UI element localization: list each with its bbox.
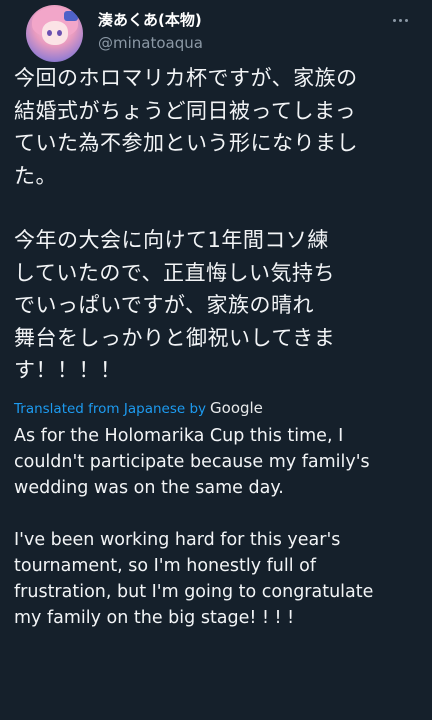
tweet-text-original: 今回のホロマリカ杯ですが、家族の 結婚式がちょうど同日被ってしまっ ていた為不参…	[14, 62, 418, 387]
tweet-header: 湊あくあ(本物) @minatoaqua	[14, 0, 418, 62]
en-line: my family on the big stage! ! ! !	[14, 607, 295, 628]
jp-line: でいっぱいですが、家族の晴れ	[14, 293, 314, 317]
avatar-eye	[47, 30, 52, 36]
avatar-ribbon	[64, 11, 78, 21]
jp-line: 舞台をしっかりと御祝いしてきま	[14, 325, 336, 350]
translated-from-link[interactable]: Translated from Japanese by	[14, 401, 206, 417]
jp-line: 今年の大会に向けて1年間コソ練	[14, 228, 329, 252]
jp-line: す！！！！	[14, 358, 122, 382]
google-logo: Google	[210, 398, 263, 417]
avatar[interactable]	[26, 5, 83, 62]
en-line: tournament, so I'm honestly full of	[14, 555, 317, 576]
more-dots-icon	[404, 18, 408, 22]
more-dots-icon	[392, 18, 396, 22]
tweet: 湊あくあ(本物) @minatoaqua 今回のホロマリカ杯ですが、家族の 結婚…	[0, 0, 432, 720]
jp-line: た。	[14, 163, 57, 188]
author-display-name[interactable]: 湊あくあ(本物)	[98, 9, 202, 30]
en-line: wedding was on the same day.	[14, 477, 284, 498]
jp-line: 結婚式がちょうど同日被ってしまっ	[14, 98, 357, 123]
en-line: frustration, but I'm going to congratula…	[14, 581, 374, 602]
author-handle[interactable]: @minatoaqua	[98, 34, 203, 52]
en-line: As for the Holomarika Cup this time, I	[14, 425, 344, 446]
en-line: couldn't participate because my family's	[14, 451, 370, 472]
jp-line: ていた為不参加という形になりまし	[14, 131, 358, 155]
jp-line: していたので、正直悔しい気持ち	[14, 260, 336, 285]
avatar-eye	[57, 30, 62, 36]
jp-line: 今回のホロマリカ杯ですが、家族の	[14, 66, 358, 90]
more-options-button[interactable]	[390, 10, 410, 30]
avatar-face	[42, 21, 68, 45]
en-line: I've been working hard for this year's	[14, 529, 341, 550]
translation-attribution: Translated from Japanese by Google	[14, 399, 418, 417]
more-dots-icon	[398, 18, 402, 22]
tweet-text-translation: As for the Holomarika Cup this time, I c…	[14, 423, 418, 631]
